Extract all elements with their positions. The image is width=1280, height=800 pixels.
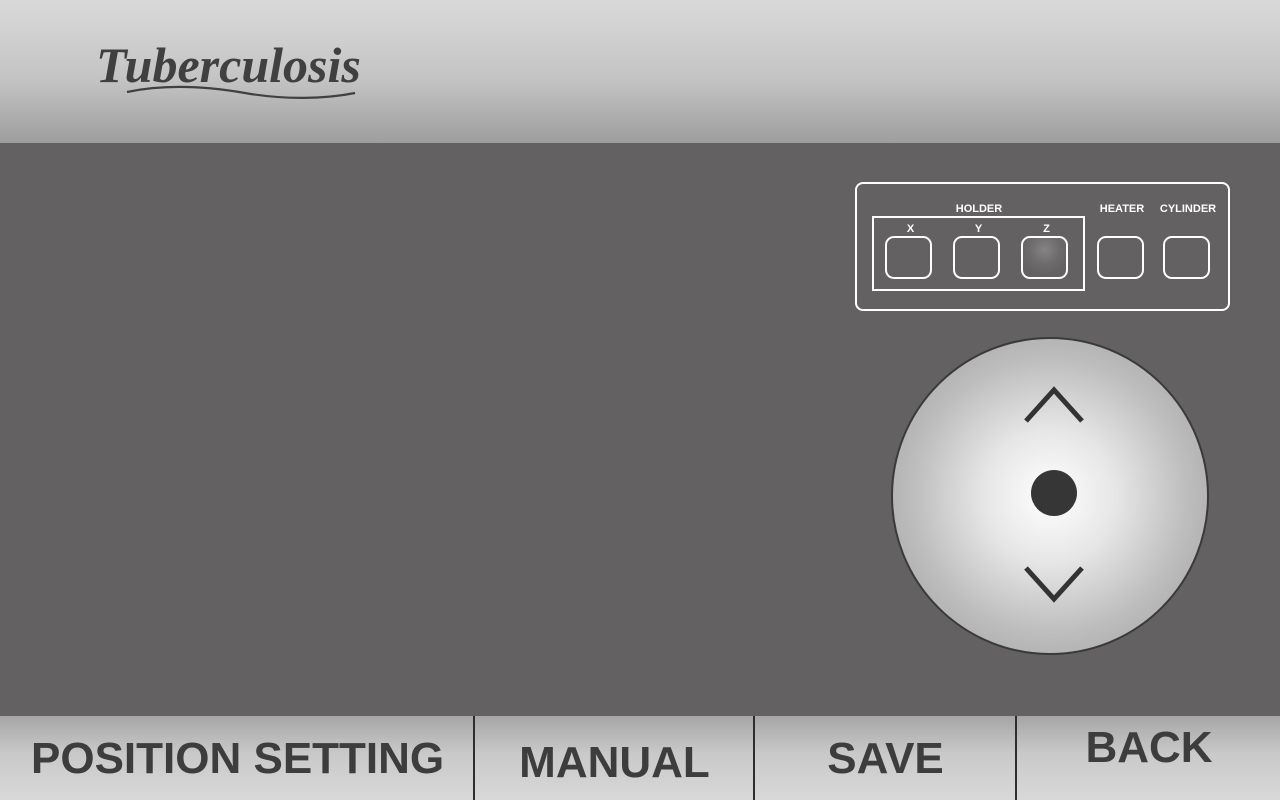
header-bar: Tuberculosis xyxy=(0,0,1280,143)
axis-x-label: X xyxy=(906,223,915,235)
axis-x-button[interactable] xyxy=(885,236,932,279)
axis-z-label: Z xyxy=(1043,223,1050,235)
chevron-up-icon xyxy=(1024,386,1084,423)
back-button[interactable]: BACK xyxy=(1018,723,1280,773)
holder-label: HOLDER xyxy=(955,203,1003,215)
footer-divider xyxy=(473,716,475,800)
footer-divider xyxy=(1015,716,1017,800)
manual-button[interactable]: MANUAL xyxy=(476,738,753,788)
footer-divider xyxy=(753,716,755,800)
axis-z-button[interactable] xyxy=(1021,236,1068,279)
axis-y-label: Y xyxy=(974,223,983,235)
heater-button[interactable] xyxy=(1097,236,1144,279)
axis-y-button[interactable] xyxy=(953,236,1000,279)
logo-swoosh-icon xyxy=(126,85,356,99)
cylinder-button[interactable] xyxy=(1163,236,1210,279)
save-button[interactable]: SAVE xyxy=(756,734,1015,784)
move-up-button[interactable] xyxy=(1022,383,1086,430)
move-down-button[interactable] xyxy=(1022,562,1086,609)
page-title: POSITION SETTING xyxy=(31,734,445,783)
heater-label: HEATER xyxy=(1099,203,1145,215)
cylinder-label: CYLINDER xyxy=(1159,203,1217,215)
chevron-down-icon xyxy=(1024,566,1084,603)
center-button[interactable] xyxy=(1031,470,1077,516)
